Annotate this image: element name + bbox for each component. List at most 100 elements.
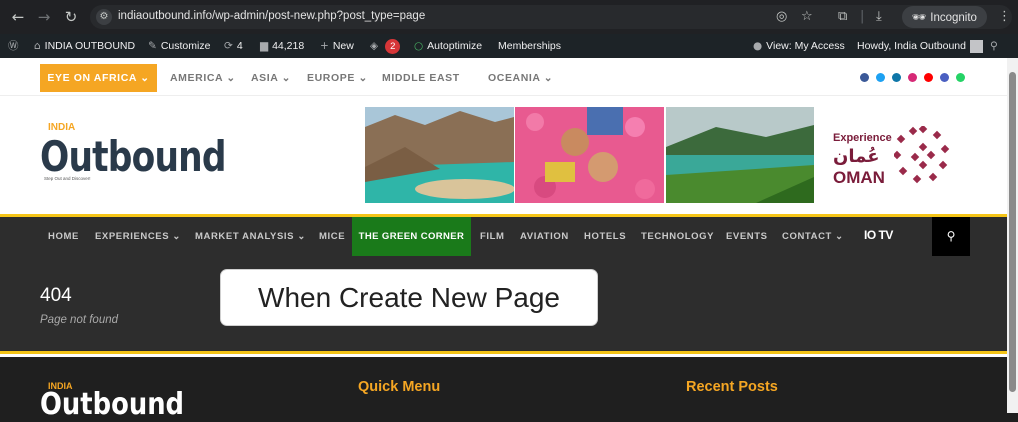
eye-off-icon[interactable]: ◎ <box>776 8 787 26</box>
autoptimize-link[interactable]: ○ Autoptimize <box>414 34 482 58</box>
region-nav-item[interactable]: AMERICA ⌄ <box>170 64 236 92</box>
social-icon[interactable] <box>940 73 949 82</box>
site-name-link[interactable]: ⌂ INDIA OUTBOUND <box>34 34 135 58</box>
notifications-link[interactable]: ◈ 2 <box>370 34 401 58</box>
footer-logo[interactable]: Outbound <box>40 387 184 422</box>
new-content-link[interactable]: + New <box>320 34 354 58</box>
plugin-icon: ◈ <box>370 40 379 52</box>
back-arrow-icon[interactable]: ← <box>8 7 28 27</box>
browser-menu-icon[interactable]: ⋮ <box>998 8 1011 26</box>
oman-emblem-icon <box>894 126 950 184</box>
comments-link[interactable]: ▆ 44,218 <box>260 34 304 58</box>
url-text[interactable]: indiaoutbound.info/wp-admin/post-new.php… <box>118 10 425 22</box>
chevron-down-icon: ⌄ <box>222 72 236 84</box>
main-nav-item[interactable]: TECHNOLOGY <box>641 217 714 256</box>
site-logo[interactable]: Outbound <box>40 132 227 181</box>
incognito-badge[interactable]: 🕶 Incognito <box>902 6 987 28</box>
chevron-down-icon: ⌄ <box>169 231 181 242</box>
main-nav-label: EVENTS <box>726 231 768 242</box>
user-icon: ● <box>753 40 763 52</box>
region-nav-label: ASIA <box>251 72 279 84</box>
annotation-callout: When Create New Page <box>220 269 598 326</box>
error-message: Page not found <box>40 314 119 326</box>
site-info-icon[interactable]: ⚙ <box>96 9 112 25</box>
download-icon[interactable]: ⤓ <box>876 8 882 26</box>
chevron-down-icon: ⌄ <box>140 72 150 84</box>
main-nav-item[interactable]: HOTELS <box>584 217 626 256</box>
youtube-icon[interactable] <box>924 73 933 82</box>
facebook-icon[interactable] <box>860 73 869 82</box>
eye-on-africa-label: EYE ON AFRICA <box>47 72 137 84</box>
main-nav-item[interactable]: EVENTS <box>726 217 768 256</box>
main-nav-label: FILM <box>480 231 505 242</box>
region-nav: EYE ON AFRICA ⌄ AMERICA ⌄ ASIA ⌄ EUROPE ⌄ M… <box>0 58 1007 96</box>
main-nav-label: MICE <box>319 231 346 242</box>
main-nav: HOME EXPERIENCES ⌄ MARKET ANALYSIS ⌄ MICE TH… <box>0 214 1007 256</box>
bookmark-star-icon[interactable]: ☆ <box>801 8 813 26</box>
main-nav-item[interactable]: AVIATION <box>520 217 569 256</box>
twitter-icon[interactable] <box>876 73 885 82</box>
account-menu[interactable]: Howdy, India Outbound <box>857 34 983 58</box>
linkedin-icon[interactable] <box>892 73 901 82</box>
main-nav-label: TECHNOLOGY <box>641 231 715 242</box>
main-nav-label: AVIATION <box>520 231 569 242</box>
customize-label: Customize <box>160 40 211 52</box>
browser-toolbar: ← → ↻ ⚙ indiaoutbound.info/wp-admin/post… <box>0 0 1018 34</box>
green-valley-photo[interactable] <box>666 107 814 203</box>
extension-icon[interactable]: ⧉ <box>838 8 847 26</box>
chevron-down-icon: ⌄ <box>278 72 292 84</box>
quick-menu-heading: Quick Menu <box>358 379 441 395</box>
main-nav-item[interactable]: FILM <box>480 217 505 256</box>
plus-icon: + <box>320 40 329 52</box>
main-nav-item[interactable]: EXPERIENCES ⌄ <box>95 217 181 256</box>
oman-ad-title[interactable]: OMAN <box>833 168 885 188</box>
whatsapp-icon[interactable] <box>956 73 965 82</box>
incognito-label: Incognito <box>930 12 977 24</box>
oman-ad-arabic: عُمان <box>833 146 880 167</box>
reload-icon[interactable]: ↻ <box>61 7 81 27</box>
main-nav-item[interactable]: MICE <box>319 217 345 256</box>
updates-link[interactable]: ⟳ 4 <box>224 34 243 58</box>
main-nav-label: HOME <box>48 231 79 242</box>
region-nav-item[interactable]: EUROPE ⌄ <box>307 64 368 92</box>
region-nav-label: MIDDLE EAST <box>382 72 460 84</box>
avatar <box>969 39 983 53</box>
chevron-down-icon: ⌄ <box>831 231 844 242</box>
scrollbar[interactable] <box>1007 58 1018 413</box>
oman-coast-photo[interactable] <box>365 107 514 203</box>
main-nav-item[interactable]: HOME <box>48 217 79 256</box>
iotv-logo[interactable]: IO TV <box>864 228 893 242</box>
main-nav-label: MARKET ANALYSIS <box>195 231 295 242</box>
customize-link[interactable]: ✎ Customize <box>148 34 210 58</box>
view-access-link[interactable]: ● View: My Access <box>753 34 845 58</box>
scrollbar-thumb[interactable] <box>1009 72 1016 392</box>
chevron-down-icon: ⌄ <box>354 72 368 84</box>
memberships-link[interactable]: Memberships <box>498 34 561 58</box>
eye-on-africa-button[interactable]: EYE ON AFRICA ⌄ <box>40 64 157 92</box>
region-nav-label: EUROPE <box>307 72 355 84</box>
notifications-badge: 2 <box>385 39 401 54</box>
updates-count: 4 <box>236 40 243 52</box>
main-nav-item[interactable]: CONTACT ⌄ <box>782 217 844 256</box>
comment-icon: ▆ <box>260 40 269 52</box>
oman-ad-experience[interactable]: Experience <box>833 132 892 144</box>
main-nav-item[interactable]: THE GREEN CORNER <box>352 217 471 256</box>
recent-posts-heading: Recent Posts <box>686 379 778 395</box>
search-icon[interactable]: ⚲ <box>932 217 970 256</box>
region-nav-item[interactable]: ASIA ⌄ <box>251 64 291 92</box>
region-nav-item[interactable]: MIDDLE EAST <box>382 64 460 92</box>
forward-arrow-icon[interactable]: → <box>34 7 54 27</box>
region-nav-label: OCEANIA <box>488 72 541 84</box>
main-nav-item[interactable]: MARKET ANALYSIS ⌄ <box>195 217 306 256</box>
logo-tagline: Step Out and Discover! <box>44 176 91 181</box>
toolbar-divider: | <box>860 9 865 24</box>
main-nav-label: THE GREEN CORNER <box>358 231 465 242</box>
incognito-icon: 🕶 <box>912 10 931 24</box>
admin-search-icon[interactable]: ⚲ <box>990 34 1002 58</box>
error-banner: 404 Page not found When Create New Page <box>0 256 1007 354</box>
region-nav-item[interactable]: OCEANIA ⌄ <box>488 64 553 92</box>
rose-petals-photo[interactable] <box>515 107 664 203</box>
instagram-icon[interactable] <box>908 73 917 82</box>
new-label: New <box>332 40 354 52</box>
wordpress-logo-icon[interactable]: Ⓦ <box>8 34 23 58</box>
